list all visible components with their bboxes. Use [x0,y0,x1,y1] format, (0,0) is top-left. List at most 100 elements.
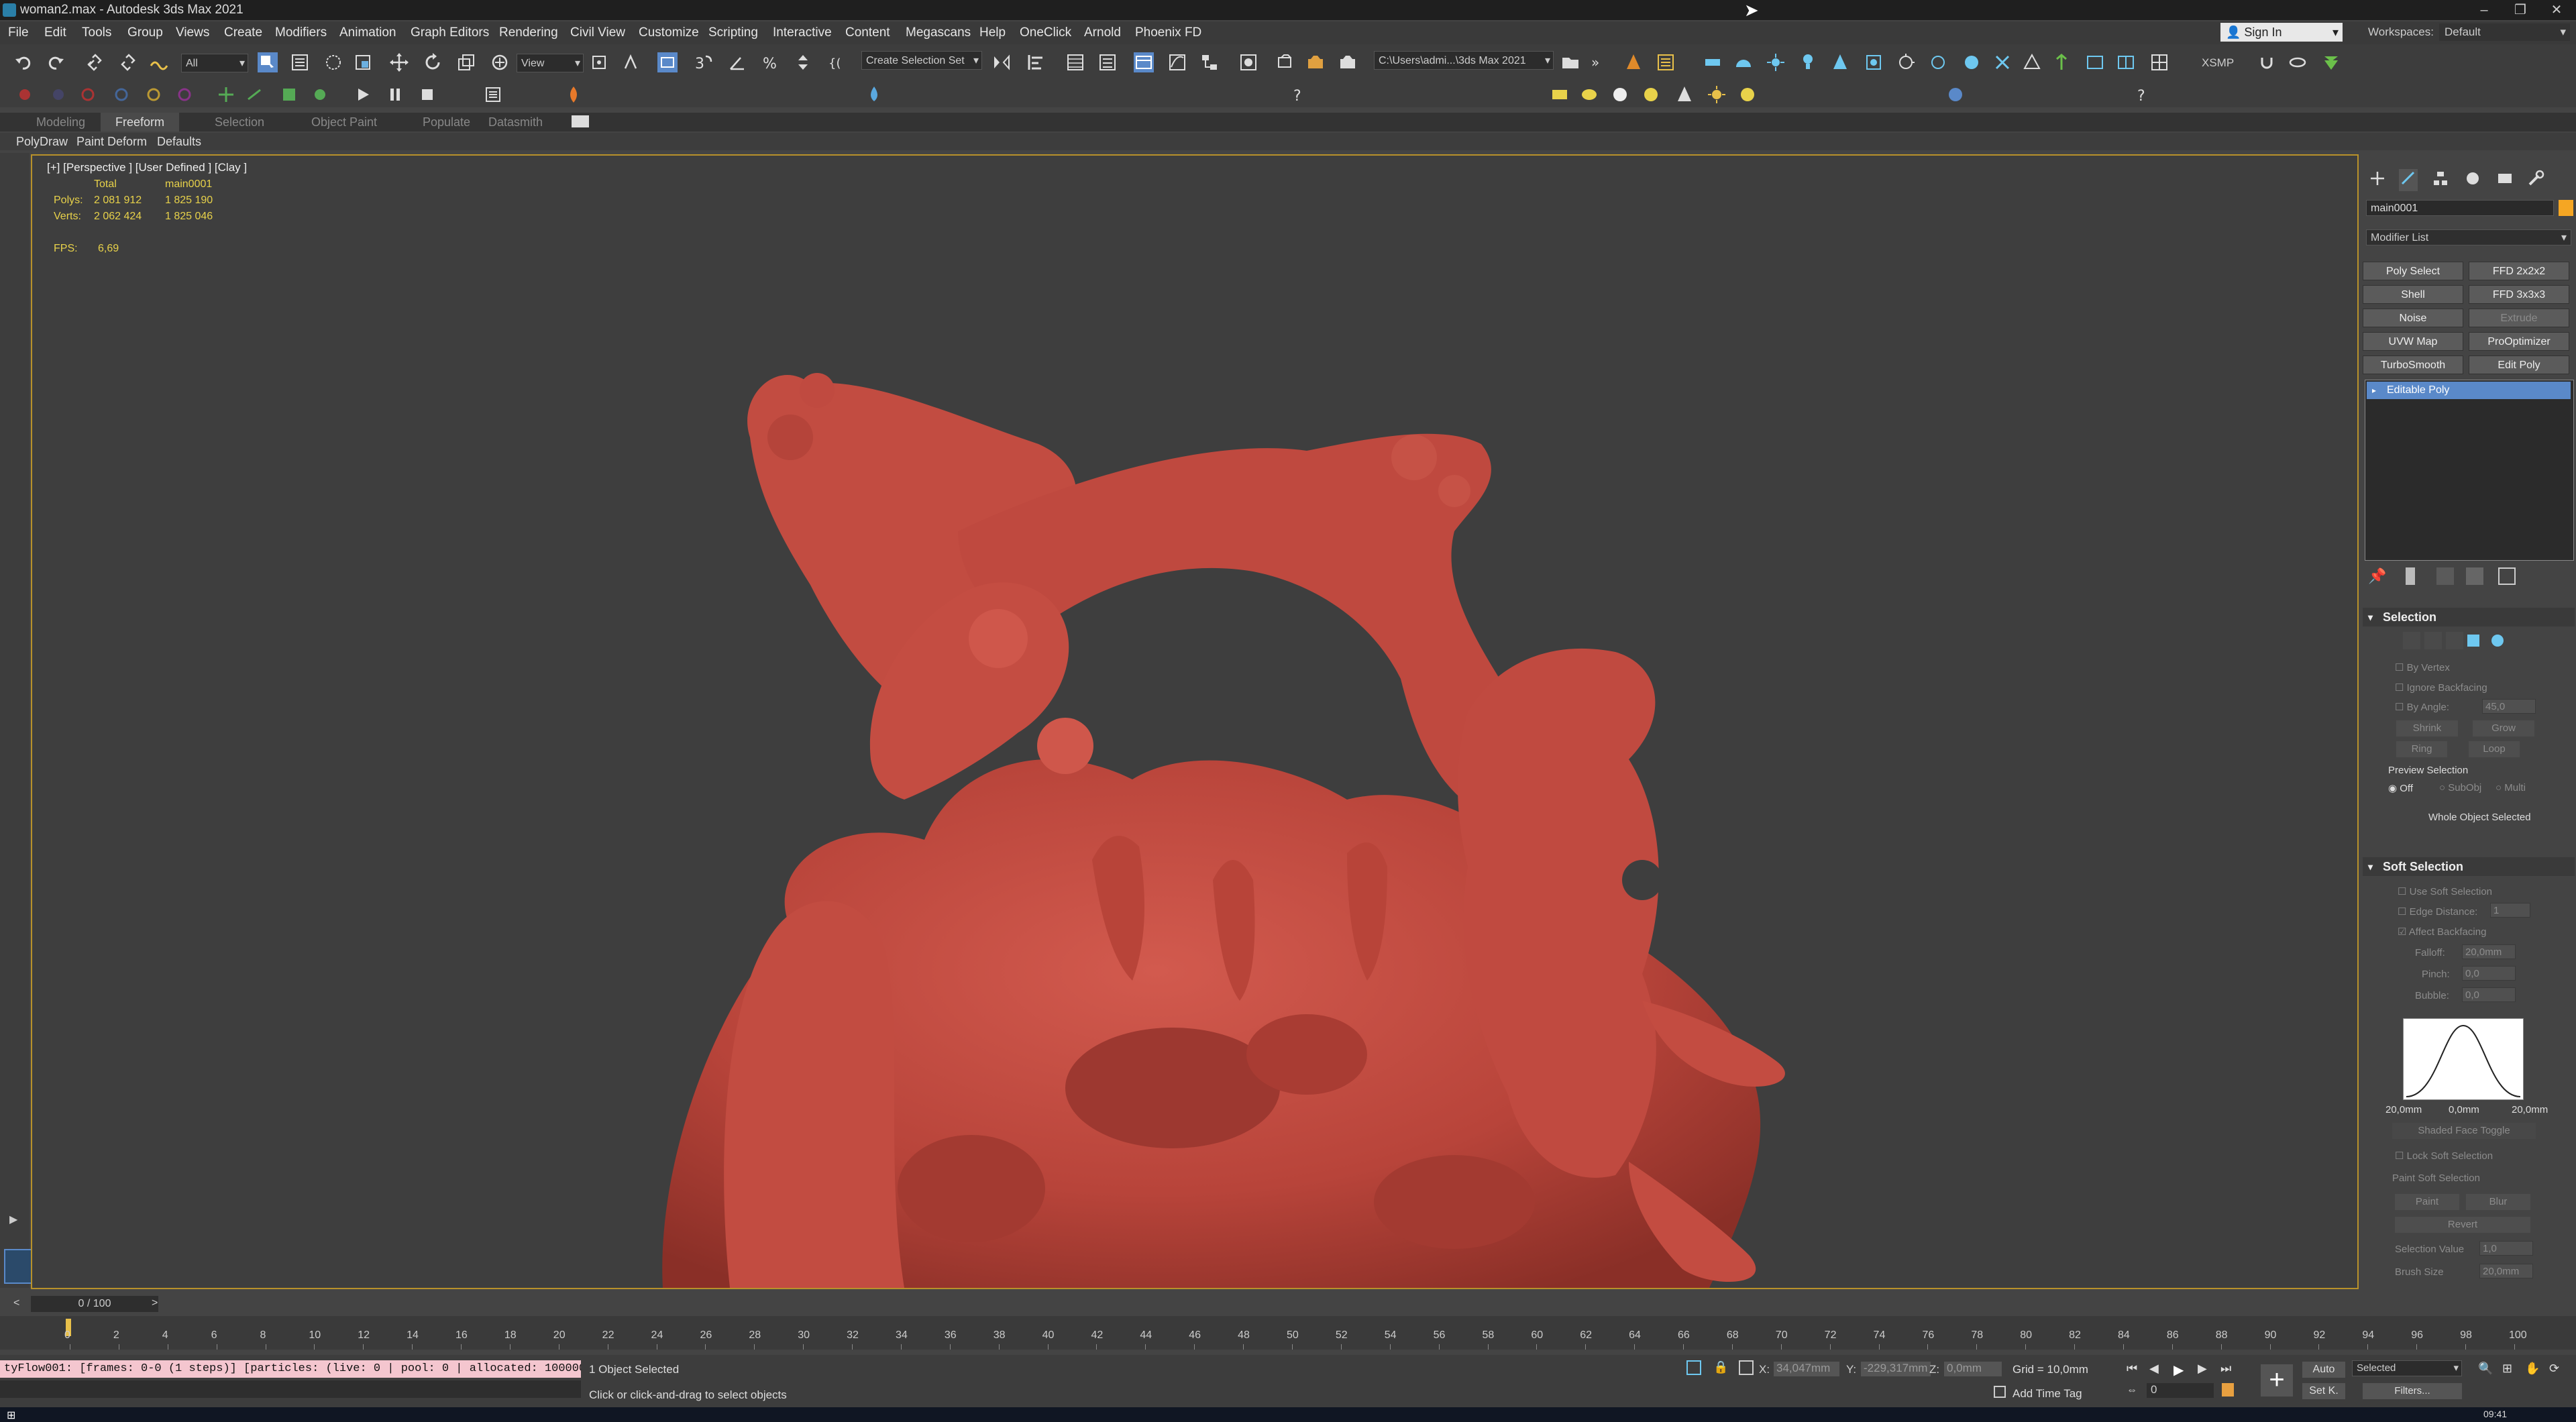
brush-size-spinner[interactable]: 20,0mm [2479,1264,2533,1278]
sun-icon[interactable] [1707,85,1727,105]
expand-toolbar-icon[interactable]: » [1589,52,1609,72]
place-icon[interactable] [490,52,510,72]
menu-create[interactable]: Create [224,25,262,40]
move-icon[interactable] [389,52,409,72]
time-config-icon[interactable]: ⇔ [2127,1384,2137,1397]
soft-selection-rollout-header[interactable]: ▾ Soft Selection [2363,857,2575,876]
ffd-3x3x3-button[interactable]: FFD 3x3x3 [2469,285,2569,304]
tab-populate[interactable]: Populate [423,115,470,129]
unlink-icon[interactable] [118,52,138,72]
create-tab-icon[interactable] [2368,169,2387,191]
display-tab-icon[interactable] [2496,169,2514,191]
mirror-icon[interactable] [991,52,1012,72]
object-name-field[interactable]: main0001 [2366,200,2554,216]
tab-modeling[interactable]: Modeling [36,115,85,129]
key-selection-dropdown[interactable]: Selected ▾ [2352,1360,2462,1376]
selection-filter-dropdown[interactable]: All ▾ [181,54,248,72]
ring-button[interactable]: Ring [2396,741,2447,757]
angle-spinner[interactable]: 45,0 [2482,699,2536,714]
red-ring-icon[interactable] [78,85,98,105]
percent-snap-icon[interactable]: % [761,52,781,72]
menu-group[interactable]: Group [127,25,163,40]
poly-select-button[interactable]: Poly Select [2363,262,2463,280]
menu-phoenix-fd[interactable]: Phoenix FD [1135,25,1201,40]
modifier-list-dropdown[interactable]: Modifier List ▾ [2366,229,2571,245]
x-coordinate-field[interactable]: 34,047mm [1774,1362,1839,1376]
toggle-ribbon-icon[interactable] [1134,52,1154,72]
align-icon[interactable] [1026,52,1046,72]
menu-modifiers[interactable]: Modifiers [275,25,327,40]
modify-tab-icon[interactable] [2399,169,2418,191]
edge-distance-spinner[interactable]: 1 [2490,903,2530,918]
orbit-icon[interactable] [2288,52,2308,72]
minimize-button[interactable]: – [2466,0,2502,20]
tab-freeform[interactable]: Freeform [101,113,180,131]
subtab-defaults[interactable]: Defaults [157,135,201,149]
dome-light-icon[interactable] [1579,85,1599,105]
object-color-swatch[interactable] [2559,200,2573,216]
vray-sphere-icon[interactable] [1962,52,1982,72]
expand-arrow-icon[interactable]: ▶ [9,1213,17,1226]
loop-button[interactable]: Loop [2469,741,2520,757]
by-vertex-checkbox[interactable]: ☐ By Vertex [2395,661,2450,673]
more-tools-icon[interactable]: ? [2133,85,2153,105]
falloff-spinner[interactable]: 20,0mm [2462,944,2516,959]
vray-toolbar-icon[interactable] [2085,52,2105,72]
vray-ies-icon[interactable] [1798,52,1818,72]
blue-ring-icon[interactable] [111,85,131,105]
vray-sun-icon[interactable] [1766,52,1786,72]
windows-start-icon[interactable]: ⊞ [7,1409,15,1422]
undo-icon[interactable] [13,52,34,72]
vray-cosmos-icon[interactable] [2149,52,2169,72]
ffd-2x2x2-button[interactable]: FFD 2x2x2 [2469,262,2569,280]
selection-value-spinner[interactable]: 1,0 [2479,1241,2533,1256]
preview-off-radio[interactable]: ◉ Off [2388,782,2413,794]
redo-icon[interactable] [46,52,66,72]
maximize-button[interactable]: ❐ [2502,0,2538,20]
close-button[interactable]: ✕ [2538,0,2575,20]
remove-modifier-icon[interactable] [2466,567,2483,585]
selection-rollout-header[interactable]: ▾ Selection [2363,608,2575,626]
vray-asset-icon[interactable] [1623,52,1644,72]
element-mode-icon[interactable] [2489,632,2506,649]
auto-key-button[interactable]: Auto [2302,1362,2345,1378]
paint-button[interactable]: Paint [2395,1194,2459,1210]
use-soft-selection-checkbox[interactable]: ☐ Use Soft Selection [2398,885,2492,897]
select-object-icon[interactable] [258,52,278,72]
named-selection-set-dropdown[interactable]: Create Selection Set ▾ [861,51,982,70]
current-frame-field[interactable]: 0 [2147,1383,2214,1398]
select-and-manipulate-icon[interactable] [621,52,641,72]
configure-sets-icon[interactable] [2498,567,2516,585]
vray-plane-icon[interactable] [1928,52,1948,72]
edit-named-selection-icon[interactable]: {( [826,52,847,72]
prooptimizer-button[interactable]: ProOptimizer [2469,332,2569,351]
turbosmooth-button[interactable]: TurboSmooth [2363,356,2463,374]
tab-selection[interactable]: Selection [215,115,264,129]
shrink-button[interactable]: Shrink [2396,720,2458,736]
forest-pack-icon[interactable] [2321,52,2341,72]
disc-light-icon[interactable] [1641,85,1661,105]
menu-file[interactable]: File [8,25,29,40]
menu-graph-editors[interactable]: Graph Editors [411,25,489,40]
link-icon[interactable] [85,52,105,72]
time-slider-prev-icon[interactable]: < [13,1297,19,1309]
time-tag-icon[interactable] [1994,1386,2006,1398]
tab-datasmith[interactable]: Datasmith [488,115,543,129]
sculpt-mesh[interactable] [32,156,2357,1288]
perspective-viewport[interactable] [31,154,2359,1289]
phoenix-fire-icon[interactable] [564,85,584,105]
absolute-mode-icon[interactable] [1739,1360,1754,1375]
make-unique-icon[interactable] [2436,567,2454,585]
key-filters-button[interactable]: Filters... [2363,1383,2462,1399]
blur-button[interactable]: Blur [2466,1194,2530,1210]
rotate-icon[interactable] [423,52,443,72]
lock-icon[interactable]: 🔒 [1713,1360,1728,1374]
layer-explorer-icon[interactable] [1097,52,1118,72]
zoom-all-icon[interactable]: ⊞ [2502,1362,2512,1376]
z-coordinate-field[interactable]: 0,0mm [1944,1362,2002,1376]
tab-object-paint[interactable]: Object Paint [311,115,377,129]
bubble-spinner[interactable]: 0,0 [2462,987,2516,1002]
vray-vfb-icon[interactable] [2116,52,2136,72]
by-angle-checkbox[interactable]: ☐ By Angle: [2395,701,2449,713]
sign-in-dropdown[interactable]: 👤 Sign In ▾ [2220,23,2343,42]
